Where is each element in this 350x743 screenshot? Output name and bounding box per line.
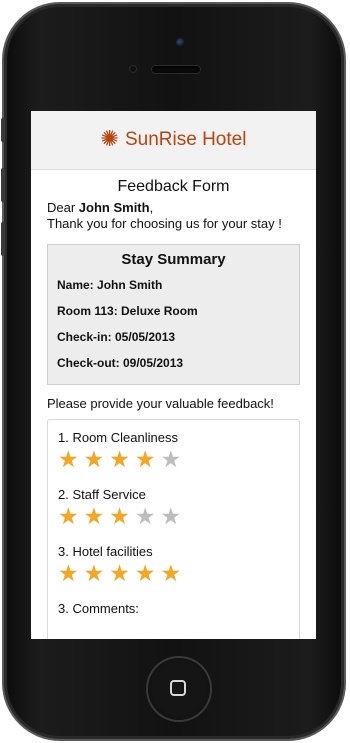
greeting: Dear John Smith, Thank you for choosing … xyxy=(47,200,300,232)
summary-checkin: Check-in: 05/05/2013 xyxy=(57,330,176,344)
star-icon[interactable]: ★ xyxy=(161,504,182,528)
feedback-box: 1. Room Cleanliness ★ ★ ★ ★ ★ 2. Staff Servi… xyxy=(47,419,300,639)
question-hotel-facilities: 3. Hotel facilities ★ ★ ★ ★ ★ xyxy=(58,544,289,585)
star-icon[interactable]: ★ xyxy=(84,447,105,471)
guest-name: John Smith xyxy=(78,200,150,215)
feedback-prompt: Please provide your valuable feedback! xyxy=(47,396,274,411)
stay-summary-panel: Stay Summary Name: John Smith Room 113: … xyxy=(47,244,300,385)
star-icon[interactable]: ★ xyxy=(135,561,156,585)
volume-down-button xyxy=(1,222,5,256)
question-room-cleanliness: 1. Room Cleanliness ★ ★ ★ ★ ★ xyxy=(58,430,289,471)
star-icon[interactable]: ★ xyxy=(58,447,79,471)
star-icon[interactable]: ★ xyxy=(109,447,130,471)
star-icon[interactable]: ★ xyxy=(84,504,105,528)
form-content: Feedback Form Dear John Smith, Thank you… xyxy=(31,178,316,639)
star-icon[interactable]: ★ xyxy=(58,561,79,585)
volume-up-button xyxy=(1,168,5,202)
phone-screen: ✺ SunRise Hotel Feedback Form Dear John … xyxy=(31,111,316,639)
star-icon[interactable]: ★ xyxy=(135,504,156,528)
page-title: Feedback Form xyxy=(117,178,230,195)
proximity-sensor xyxy=(130,66,136,72)
star-icon[interactable]: ★ xyxy=(58,504,79,528)
star-rating[interactable]: ★ ★ ★ ★ ★ xyxy=(58,561,289,585)
question-label: 1. Room Cleanliness xyxy=(58,430,178,445)
question-label: 3. Hotel facilities xyxy=(58,544,153,559)
question-staff-service: 2. Staff Service ★ ★ ★ ★ ★ xyxy=(58,487,289,528)
star-icon[interactable]: ★ xyxy=(161,561,182,585)
mute-switch xyxy=(1,118,5,142)
greeting-suffix: , xyxy=(149,200,154,215)
stay-summary-title: Stay Summary xyxy=(121,251,226,268)
greeting-prefix: Dear xyxy=(47,200,79,215)
sun-icon: ✺ xyxy=(100,127,119,152)
summary-guest-name: Name: John Smith xyxy=(57,278,163,292)
app-header: ✺ SunRise Hotel xyxy=(31,111,316,170)
star-icon[interactable]: ★ xyxy=(84,561,105,585)
hotel-brand-name: SunRise Hotel xyxy=(124,129,247,150)
summary-room: Room 113: Deluxe Room xyxy=(57,304,198,318)
front-camera xyxy=(176,38,185,47)
home-button[interactable] xyxy=(148,658,210,720)
star-icon[interactable]: ★ xyxy=(161,447,182,471)
star-rating[interactable]: ★ ★ ★ ★ ★ xyxy=(58,504,289,528)
star-icon[interactable]: ★ xyxy=(135,447,156,471)
earpiece-speaker xyxy=(152,66,200,73)
comments-label: 3. Comments: xyxy=(58,601,139,616)
summary-checkout: Check-out: 09/05/2013 xyxy=(57,356,184,370)
home-square-icon xyxy=(170,680,186,696)
star-icon[interactable]: ★ xyxy=(109,561,130,585)
thank-you-text: Thank you for choosing us for your stay … xyxy=(47,216,282,231)
question-label: 2. Staff Service xyxy=(58,487,146,502)
star-rating[interactable]: ★ ★ ★ ★ ★ xyxy=(58,447,289,471)
star-icon[interactable]: ★ xyxy=(109,504,130,528)
